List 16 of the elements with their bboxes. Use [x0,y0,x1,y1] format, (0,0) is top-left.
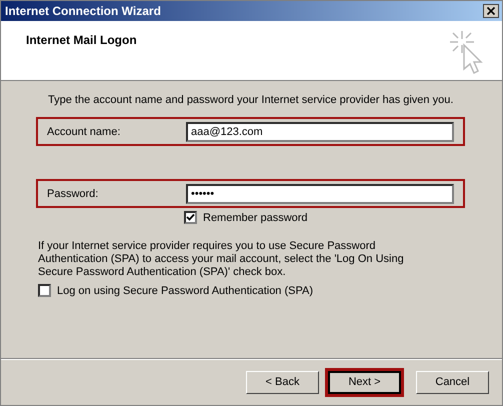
field-label: Password: [47,188,100,200]
account-name-field[interactable]: aaa@123.com [186,122,454,142]
checkbox[interactable] [38,284,51,297]
instruction-text: Type the account name and password your Internet service provider has given you. [48,94,454,106]
checkbox[interactable] [184,211,197,224]
checkbox-label[interactable]: Log on using Secure Password Authentication (SPA) [57,284,314,296]
field-label: Account name: [47,126,122,138]
password-field[interactable]: •••••• [186,184,454,204]
checkbox-label[interactable]: Remember password [203,212,308,224]
spa-note-text: If your Internet service provider requires you to use Secure Password Authentication (SPA) to access your mail account, select the 'Log On Using Secure Password Authentication (SPA)' check box. [38,240,405,279]
page-title: Internet Mail Logon [26,33,137,49]
close-icon[interactable] [483,4,499,18]
wizard-button[interactable]: < Back [246,370,319,394]
wizard-button[interactable]: Next > [328,370,401,394]
wizard-button[interactable]: Cancel [416,370,489,394]
window-title: Internet Connection Wizard [5,4,161,18]
